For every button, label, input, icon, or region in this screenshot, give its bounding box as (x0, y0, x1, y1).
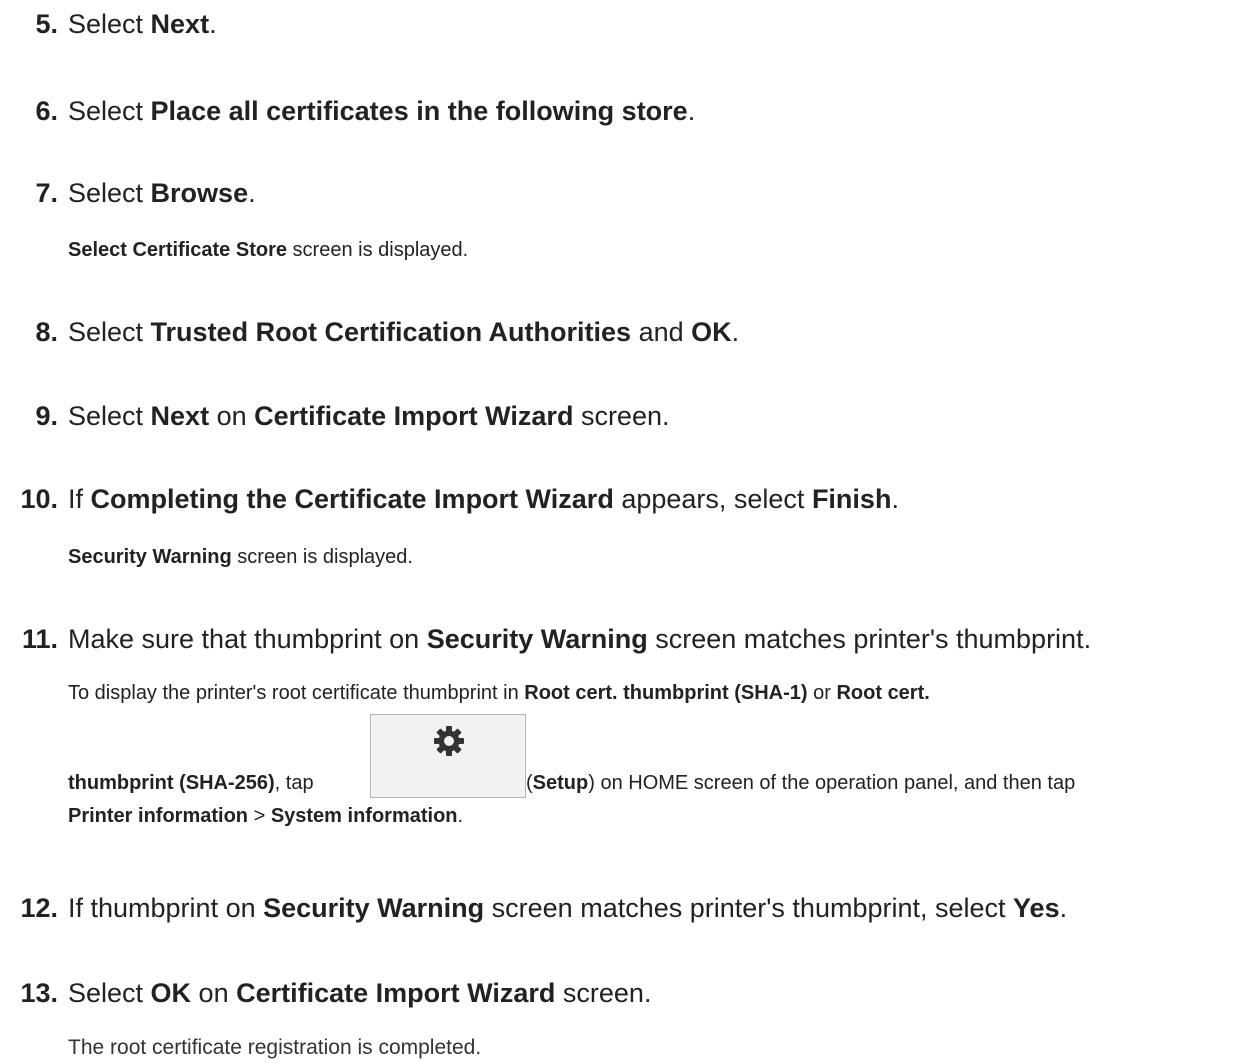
ui-term: Security Warning (68, 546, 232, 568)
step-number: 10. (20, 484, 58, 514)
ui-term: Setup (532, 772, 589, 794)
ui-term: Printer information (68, 805, 249, 827)
ui-term: thumbprint (SHA-256) (68, 772, 275, 794)
step-number: 6. (35, 96, 58, 126)
step-11-note-line-3: Printer information > System information… (68, 805, 464, 827)
step-text: Select Browse. (68, 178, 256, 208)
step-number: 9. (35, 401, 58, 431)
ui-term: Certificate Import Wizard (254, 401, 574, 431)
ui-term: Place all certificates in the following … (150, 96, 688, 126)
step-11-note-line-1: To display the printer's root certificat… (68, 682, 930, 704)
step-number: 7. (35, 178, 58, 208)
step-number: 8. (35, 317, 58, 347)
ui-term: OK (691, 317, 732, 347)
ui-term: System information (270, 805, 458, 827)
ui-term: Browse (150, 178, 249, 208)
ui-term: Root cert. thumbprint (SHA-1) (524, 682, 808, 704)
step-text: If thumbprint on Security Warning screen… (68, 893, 1068, 923)
step-text: Select Next on Certificate Import Wizard… (68, 401, 670, 431)
ui-term: OK (150, 978, 192, 1008)
step-13-note: The root certificate registration is com… (68, 1036, 482, 1059)
gear-icon (434, 726, 464, 756)
step-text: Select Place all certificates in the fol… (68, 96, 696, 126)
step-text: Select OK on Certificate Import Wizard s… (68, 978, 652, 1008)
ui-term: Completing the Certificate Import Wizard (90, 484, 614, 514)
step-11-note-line-2: thumbprint (SHA-256), tap (68, 772, 314, 794)
step-text: Select Trusted Root Certification Author… (68, 317, 740, 347)
setup-button-image (370, 714, 526, 798)
ui-term: Next (150, 401, 210, 431)
step-11-note-line-2-continued: (Setup) on HOME screen of the operation … (526, 772, 1076, 794)
step-number: 5. (35, 9, 58, 39)
step-text: Select Next. (68, 9, 217, 39)
ui-term: Next (150, 9, 210, 39)
step-text: If Completing the Certificate Import Wiz… (68, 484, 899, 514)
ui-term: Root cert. (836, 682, 930, 704)
ui-term: Trusted Root Certification Authorities (150, 317, 632, 347)
step-number: 13. (20, 978, 58, 1008)
ui-term: Finish (811, 484, 892, 514)
ui-term: Select Certificate Store (68, 239, 287, 261)
ui-term: Yes (1013, 893, 1060, 923)
ui-term: Security Warning (426, 624, 648, 654)
step-7-note: Select Certificate Store screen is displ… (68, 239, 469, 261)
step-number: 12. (20, 893, 58, 923)
ui-term: Certificate Import Wizard (236, 978, 556, 1008)
step-text: Make sure that thumbprint on Security Wa… (68, 624, 1092, 654)
ui-term: Security Warning (263, 893, 485, 923)
step-number: 11. (21, 624, 58, 654)
step-10-note: Security Warning screen is displayed. (68, 546, 413, 568)
